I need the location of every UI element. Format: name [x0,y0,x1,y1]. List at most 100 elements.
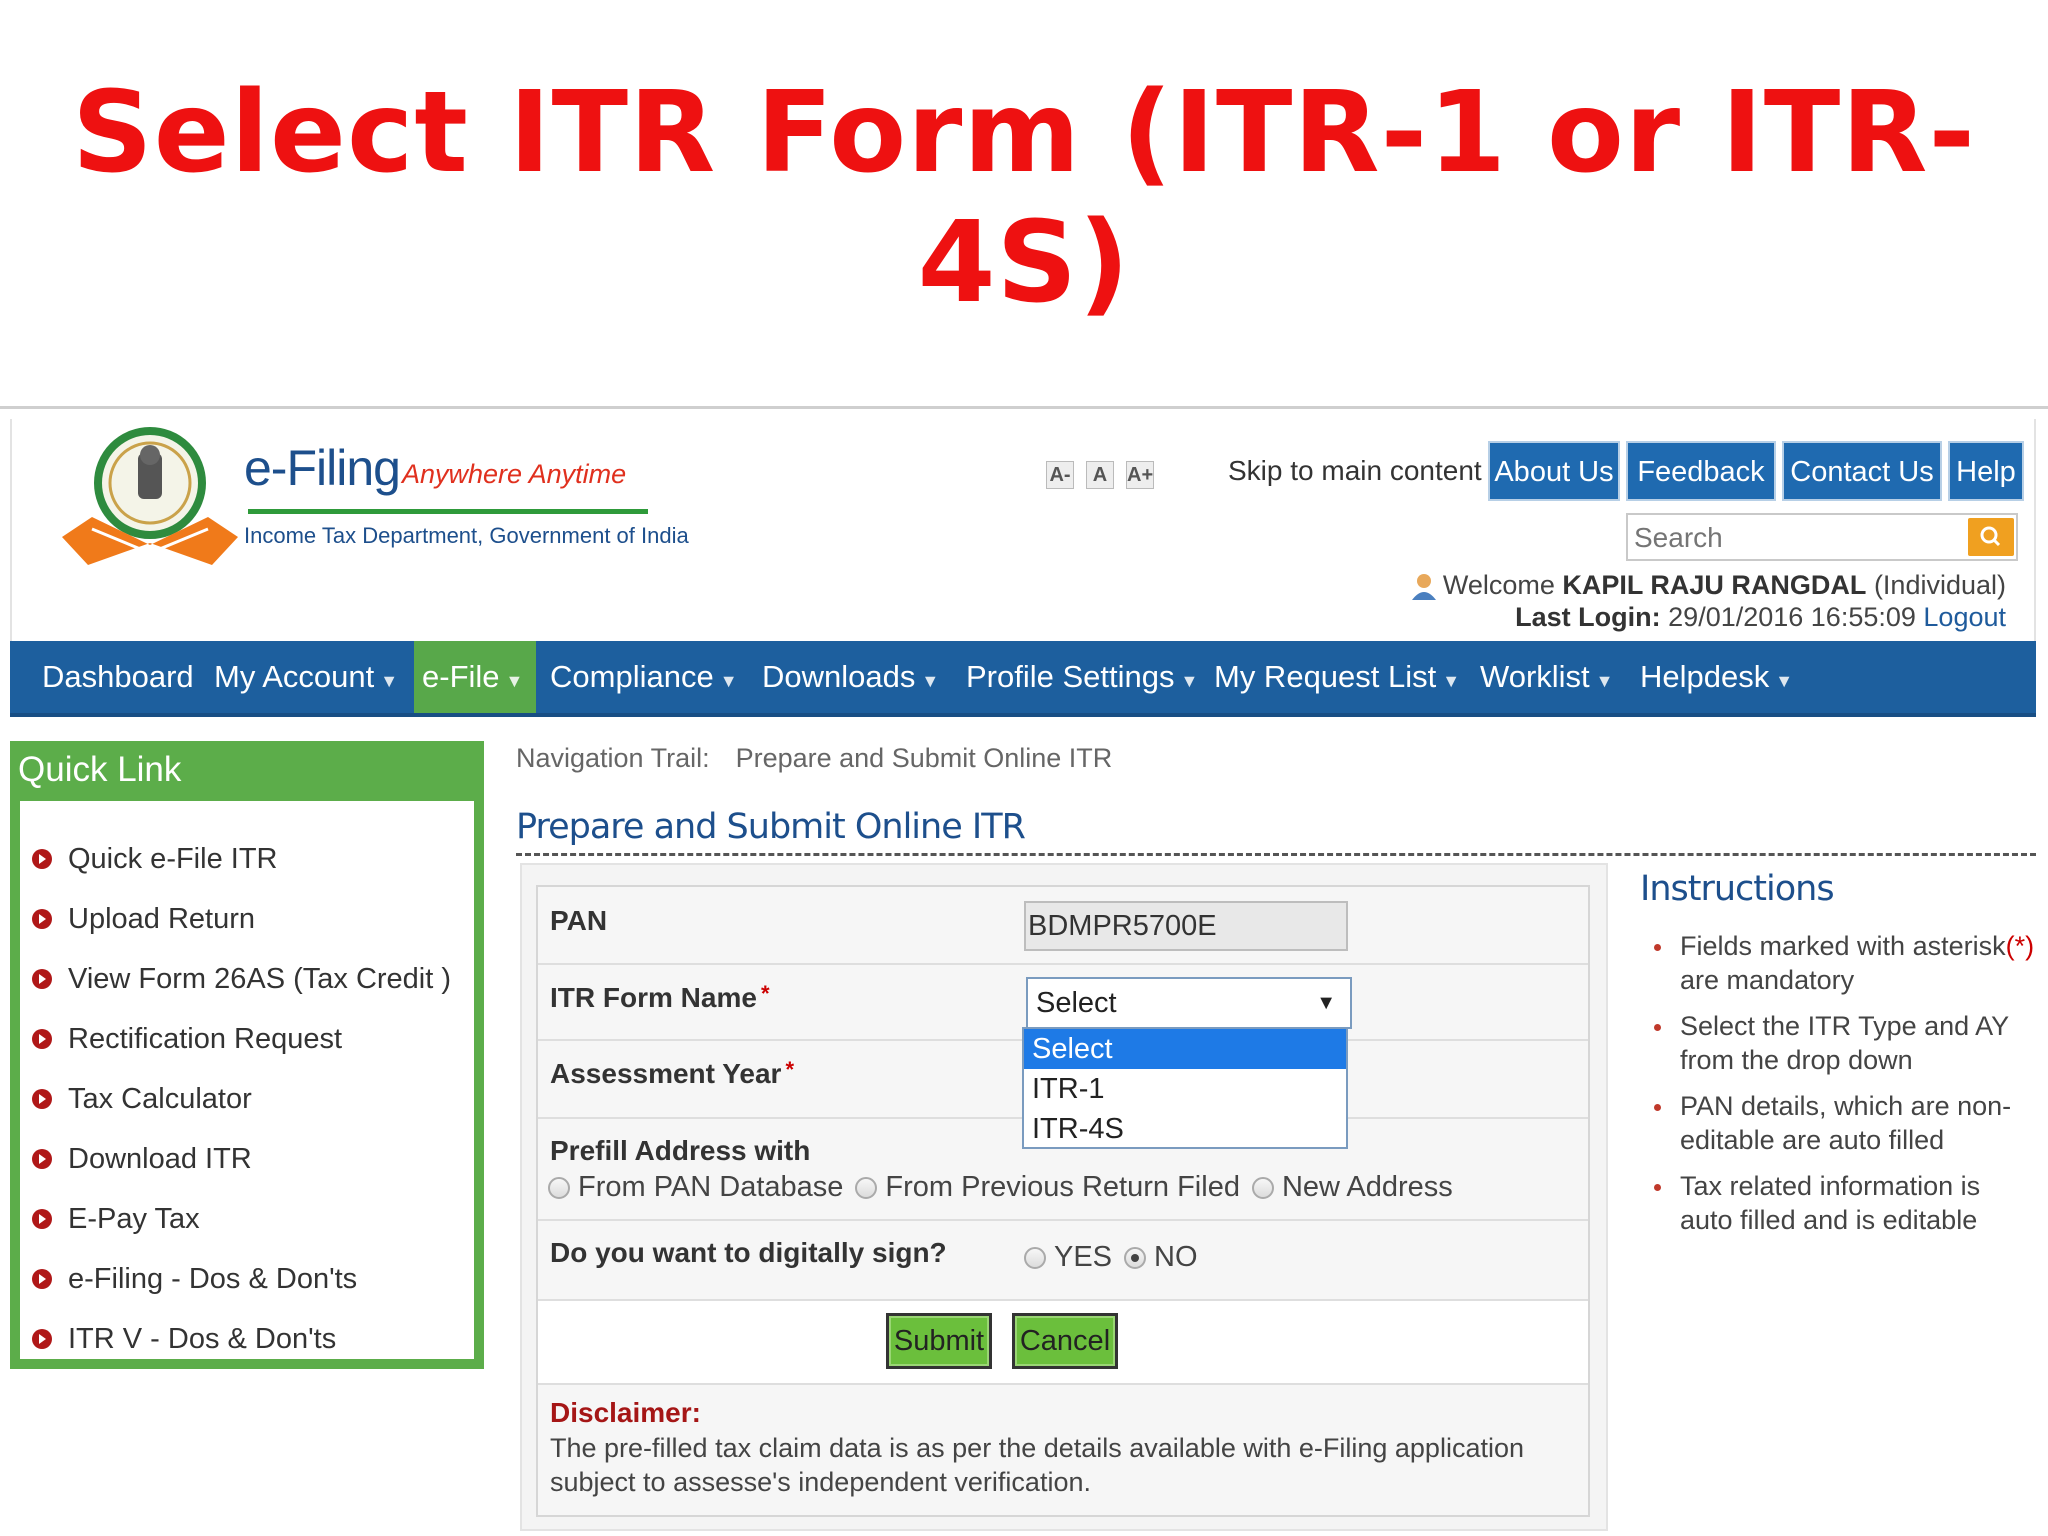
prefill-previous-radio[interactable] [855,1176,878,1199]
nav-my-request-list[interactable]: My Request List ▼ [1214,641,1460,713]
instruction-item: Select the ITR Type and AY from the drop… [1650,1009,2040,1077]
user-name: KAPIL RAJU RANGDAL [1562,570,1867,600]
search-button[interactable] [1968,518,2014,556]
chevron-down-icon: ▼ [505,671,524,691]
breadcrumb-label: Navigation Trail: [516,743,710,773]
prefill-address-label: Prefill Address with [550,1135,811,1166]
prefill-new-label: New Address [1281,1171,1453,1203]
arrow-bullet-icon [32,1329,52,1349]
itr-form: PAN BDMPR5700E ITR Form Name * Select ▼ A… [536,885,1590,1517]
chevron-down-icon: ▼ [1442,671,1461,691]
welcome-block: Welcome KAPIL RAJU RANGDAL (Individual) … [1411,569,2006,633]
digital-sign-radio-group: YES NO [1024,1241,1198,1274]
site-header: e-Filing Anywhere Anytime Income Tax Dep… [10,419,2036,641]
quick-link-item[interactable]: Rectification Request [32,1009,451,1069]
feedback-button[interactable]: Feedback [1626,441,1776,501]
nav-my-account-label: My Account [214,659,375,694]
itr-form-container: PAN BDMPR5700E ITR Form Name * Select ▼ A… [520,863,1608,1531]
nav-downloads-label: Downloads [762,659,916,694]
pan-field: BDMPR5700E [1024,901,1348,951]
digital-sign-label: Do you want to digitally sign? [550,1237,947,1268]
chevron-down-icon: ▼ [1180,671,1199,691]
contact-us-button[interactable]: Contact Us [1782,441,1942,501]
arrow-bullet-icon [32,849,52,869]
nav-e-file[interactable]: e-File ▼ [414,641,536,713]
main-nav: Dashboard My Account ▼ e-File ▼ Compliance… [10,641,2036,717]
quick-link-item[interactable]: e-Filing - Dos & Don'ts [32,1249,451,1309]
quick-link-item[interactable]: Quick e-File ITR [32,829,451,889]
instruction-item: Tax related information is auto filled a… [1650,1169,2040,1237]
assessment-year-label: Assessment Year * [550,1057,794,1090]
search-input[interactable] [1634,519,1954,557]
prefill-pan-label: From PAN Database [578,1171,844,1203]
page-title: Prepare and Submit Online ITR [516,807,1026,847]
quick-link-item[interactable]: ITR V - Dos & Don'ts [32,1309,451,1369]
quick-link-item[interactable]: Tax Calculator [32,1069,451,1129]
user-type: (Individual) [1873,570,2006,600]
instruction-text: Fields marked with asterisk [1680,931,2006,961]
chevron-down-icon: ▼ [719,671,738,691]
search-icon [1980,526,2001,547]
prefill-pan-radio[interactable] [548,1176,570,1199]
nav-downloads[interactable]: Downloads ▼ [762,641,939,713]
income-tax-emblem-icon [62,427,238,565]
quick-link-label: Rectification Request [68,1022,343,1055]
brand-underline [248,509,648,514]
brand-name: e-Filing [244,440,401,496]
quick-link-label: Tax Calculator [68,1082,252,1115]
arrow-bullet-icon [32,1029,52,1049]
nav-worklist-label: Worklist [1480,659,1590,694]
font-decrease-button[interactable]: A- [1046,461,1074,489]
itr-option-itr1[interactable]: ITR-1 [1024,1069,1346,1109]
user-icon [1411,574,1436,600]
help-button[interactable]: Help [1948,441,2024,501]
instruction-item: Fields marked with asterisk(*) are manda… [1650,929,2040,997]
welcome-prefix: Welcome [1442,570,1555,600]
font-increase-button[interactable]: A+ [1126,461,1154,489]
quick-link-item[interactable]: E-Pay Tax [32,1189,451,1249]
pan-row: PAN BDMPR5700E [538,887,1588,965]
font-normal-button[interactable]: A [1086,461,1114,489]
disclaimer-text: The pre-filled tax claim data is as per … [550,1433,1524,1497]
arrow-bullet-icon [32,969,52,989]
about-us-button[interactable]: About Us [1488,441,1620,501]
disclaimer-row: Disclaimer: The pre-filled tax claim dat… [538,1385,1588,1515]
logout-link[interactable]: Logout [1923,602,2006,632]
nav-compliance[interactable]: Compliance ▼ [550,641,738,713]
quick-link-item[interactable]: Upload Return [32,889,451,949]
skip-to-main-link[interactable]: Skip to main content [1228,455,1482,487]
required-mark: * [785,1057,794,1082]
submit-button[interactable]: Submit [886,1313,992,1369]
nav-helpdesk[interactable]: Helpdesk ▼ [1640,641,1793,713]
nav-dashboard[interactable]: Dashboard [42,641,194,713]
itr-option-itr4s[interactable]: ITR-4S [1024,1109,1346,1149]
quick-link-panel: Quick Link Quick e-File ITR Upload Retur… [10,741,484,1369]
nav-profile-settings[interactable]: Profile Settings ▼ [966,641,1198,713]
quick-link-item[interactable]: View Form 26AS (Tax Credit ) [32,949,451,1009]
instruction-tail: are mandatory [1680,965,1855,995]
browser-screenshot: e-Filing Anywhere Anytime Income Tax Dep… [0,406,2048,1536]
prefill-new-radio[interactable] [1251,1176,1274,1199]
cancel-button[interactable]: Cancel [1012,1313,1118,1369]
brand-subtitle: Income Tax Department, Government of Ind… [244,523,689,548]
nav-my-account[interactable]: My Account ▼ [214,641,398,713]
sign-no-radio[interactable] [1124,1246,1147,1269]
pan-label: PAN [550,905,608,936]
quick-link-item[interactable]: Download ITR [32,1129,451,1189]
title-divider [516,853,2036,856]
quick-link-label: e-Filing - Dos & Don'ts [68,1262,358,1295]
sign-yes-radio[interactable] [1024,1246,1046,1269]
chevron-down-icon: ▼ [1595,671,1614,691]
itr-form-select[interactable]: Select ▼ [1026,977,1352,1029]
quick-link-label: ITR V - Dos & Don'ts [68,1322,337,1355]
nav-my-request-list-label: My Request List [1214,659,1437,694]
quick-link-title: Quick Link [10,741,484,801]
chevron-down-icon: ▼ [380,671,399,691]
digital-sign-row: Do you want to digitally sign? YES NO [538,1221,1588,1301]
quick-link-label: View Form 26AS (Tax Credit ) [68,962,452,995]
breadcrumb: Navigation Trail: Prepare and Submit Onli… [516,743,1112,774]
nav-worklist[interactable]: Worklist ▼ [1480,641,1613,713]
itr-option-select[interactable]: Select [1024,1029,1346,1069]
nav-profile-settings-label: Profile Settings [966,659,1175,694]
required-mark: * [760,981,770,1006]
